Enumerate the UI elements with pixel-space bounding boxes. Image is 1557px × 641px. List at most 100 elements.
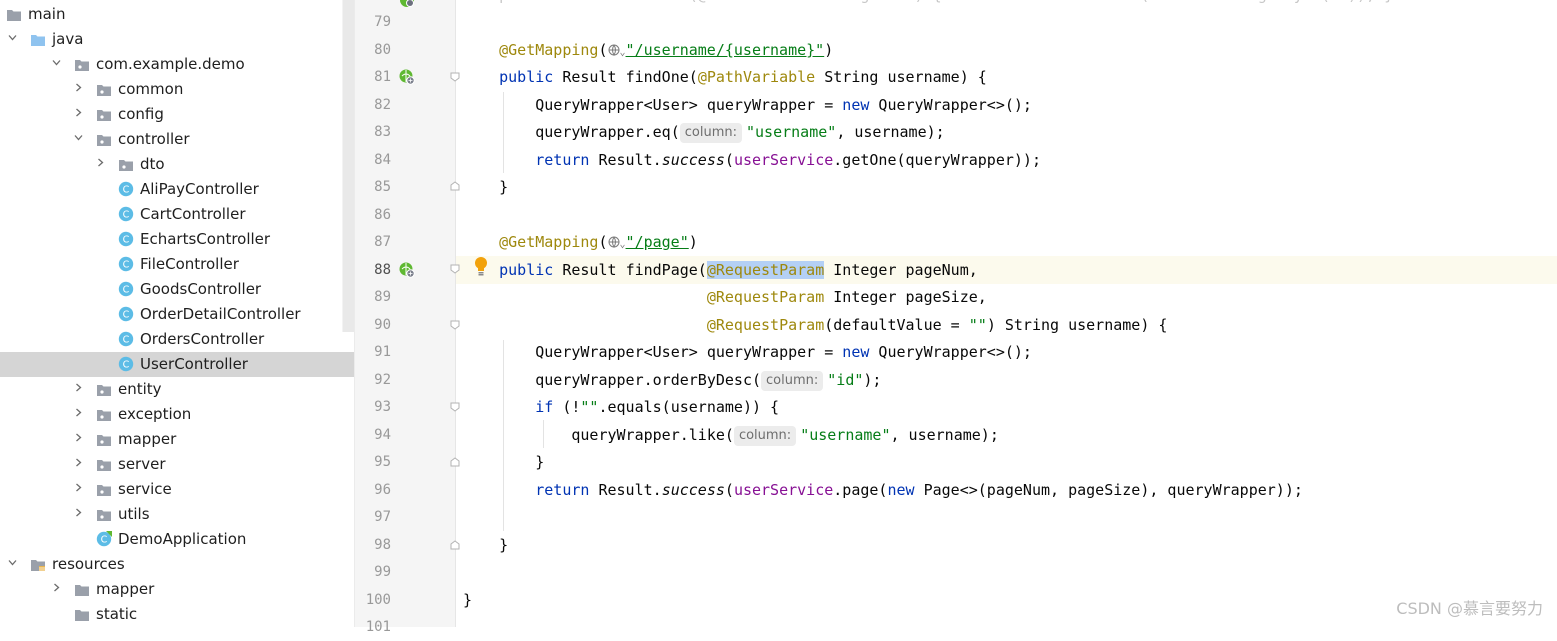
code-line-82[interactable]: QueryWrapper<User> queryWrapper = new Qu… — [463, 91, 1557, 119]
line-number: 82 — [374, 97, 391, 113]
tree-item-label: OrderDetailController — [140, 305, 301, 323]
tree-item-label: common — [118, 80, 184, 98]
svg-text:C: C — [123, 335, 130, 346]
package-icon — [96, 482, 112, 496]
web-endpoint-icon[interactable] — [399, 262, 415, 278]
tree-item[interactable]: C FileController — [0, 252, 354, 277]
tree-item[interactable]: mapper — [0, 577, 354, 602]
line-number: 92 — [374, 372, 391, 388]
chevron-right-icon[interactable] — [74, 408, 83, 417]
svg-text:C: C — [123, 285, 130, 296]
chevron-down-icon[interactable] — [74, 133, 83, 142]
code-line-88[interactable]: public Result findPage(@RequestParam Int… — [463, 256, 1557, 284]
tree-item-label: dto — [140, 155, 165, 173]
chevron-right-icon[interactable] — [74, 83, 83, 92]
java-class-icon: C — [118, 231, 134, 247]
line-number: 88 — [374, 262, 391, 278]
tree-item[interactable]: C GoodsController — [0, 277, 354, 302]
fold-marker-icon[interactable] — [450, 264, 460, 274]
line-number: 86 — [374, 207, 391, 223]
tree-item[interactable]: static — [0, 602, 354, 627]
fold-marker-icon[interactable] — [450, 402, 460, 412]
tree-item[interactable]: C OrderDetailController — [0, 302, 354, 327]
chevron-right-icon[interactable] — [74, 108, 83, 117]
web-endpoint-icon[interactable] — [399, 69, 415, 85]
tree-item[interactable]: C UserController — [0, 352, 354, 377]
tree-item[interactable]: C EchartsController — [0, 227, 354, 252]
folder-icon — [6, 7, 22, 21]
code-line-95[interactable]: } — [463, 448, 1557, 476]
tree-item[interactable]: entity — [0, 377, 354, 402]
line-number: 85 — [374, 179, 391, 195]
code-line-89[interactable]: @RequestParam Integer pageSize, — [463, 283, 1557, 311]
code-line-80[interactable]: @GetMapping(⌄"/username/{username}") — [463, 36, 1557, 64]
code-line-90[interactable]: @RequestParam(defaultValue = "") String … — [463, 311, 1557, 339]
code-line-94[interactable]: queryWrapper.like(column: "username", use… — [463, 421, 1557, 449]
fold-end-marker-icon[interactable] — [450, 181, 460, 191]
globe-icon[interactable] — [608, 44, 620, 56]
tree-item[interactable]: mapper — [0, 427, 354, 452]
chevron-down-icon[interactable] — [52, 58, 61, 67]
tree-item[interactable]: exception — [0, 402, 354, 427]
code-line-partial: public Result findOne(@PathVariable Inte… — [463, 0, 1557, 9]
chevron-right-icon[interactable] — [74, 383, 83, 392]
tree-item-label: OrdersController — [140, 330, 265, 348]
chevron-down-icon[interactable] — [8, 33, 17, 42]
code-line-98[interactable]: } — [463, 531, 1557, 559]
chevron-right-icon[interactable] — [74, 433, 83, 442]
code-line-92[interactable]: queryWrapper.orderByDesc(column: "id"); — [463, 366, 1557, 394]
tree-item[interactable]: com.example.demo — [0, 52, 354, 77]
java-class-icon: C — [118, 281, 134, 297]
chevron-right-icon[interactable] — [74, 483, 83, 492]
tree-item-label: service — [118, 480, 172, 498]
fold-marker-icon[interactable] — [450, 320, 460, 330]
tree-item-label: main — [28, 5, 66, 23]
chevron-right-icon[interactable] — [52, 583, 61, 592]
code-line-87[interactable]: @GetMapping(⌄"/page") — [463, 228, 1557, 256]
globe-icon[interactable] — [608, 236, 620, 248]
chevron-right-icon[interactable] — [96, 158, 105, 167]
tree-item[interactable]: dto — [0, 152, 354, 177]
code-line-81[interactable]: public Result findOne(@PathVariable Stri… — [463, 63, 1557, 91]
tree-item[interactable]: C AliPayController — [0, 177, 354, 202]
tree-item[interactable]: controller — [0, 127, 354, 152]
line-number: 84 — [374, 152, 391, 168]
tree-item-label: com.example.demo — [96, 55, 245, 73]
code-line-83[interactable]: queryWrapper.eq(column: "username", usern… — [463, 118, 1557, 146]
tree-item-label: mapper — [96, 580, 155, 598]
tree-item[interactable]: main — [0, 2, 354, 27]
tree-item[interactable]: server — [0, 452, 354, 477]
tree-item-label: AliPayController — [140, 180, 259, 198]
fold-end-marker-icon[interactable] — [450, 540, 460, 550]
code-line-85[interactable]: } — [463, 173, 1557, 201]
line-number: 91 — [374, 344, 391, 360]
chevron-right-icon[interactable] — [74, 508, 83, 517]
project-tree[interactable]: main java com.example.demo common config cont… — [0, 0, 355, 627]
fold-marker-icon[interactable] — [450, 72, 460, 82]
tree-item[interactable]: C OrdersController — [0, 327, 354, 352]
tree-scrollbar[interactable] — [342, 0, 354, 332]
tree-item[interactable]: C DemoApplication — [0, 527, 354, 552]
fold-end-marker-icon[interactable] — [450, 457, 460, 467]
tree-item[interactable]: C CartController — [0, 202, 354, 227]
code-line-100[interactable]: } — [463, 586, 1557, 614]
code-line-84[interactable]: return Result.success(userService.getOne… — [463, 146, 1557, 174]
code-line-91[interactable]: QueryWrapper<User> queryWrapper = new Qu… — [463, 338, 1557, 366]
chevron-right-icon[interactable] — [74, 458, 83, 467]
code-line-96[interactable]: return Result.success(userService.page(n… — [463, 476, 1557, 504]
java-class-icon: C — [118, 331, 134, 347]
tree-item-label: entity — [118, 380, 162, 398]
tree-item[interactable]: config — [0, 102, 354, 127]
code-line-93[interactable]: if (!"".equals(username)) { — [463, 393, 1557, 421]
web-endpoint-icon[interactable] — [399, 0, 415, 8]
package-icon — [96, 82, 112, 96]
tree-item[interactable]: resources — [0, 552, 354, 577]
line-number: 98 — [374, 537, 391, 553]
tree-item[interactable]: common — [0, 77, 354, 102]
selected-annotation[interactable]: @RequestParam — [706, 261, 825, 279]
svg-text:C: C — [101, 535, 108, 546]
tree-item[interactable]: service — [0, 477, 354, 502]
tree-item[interactable]: utils — [0, 502, 354, 527]
chevron-down-icon[interactable] — [8, 558, 17, 567]
tree-item[interactable]: java — [0, 27, 354, 52]
